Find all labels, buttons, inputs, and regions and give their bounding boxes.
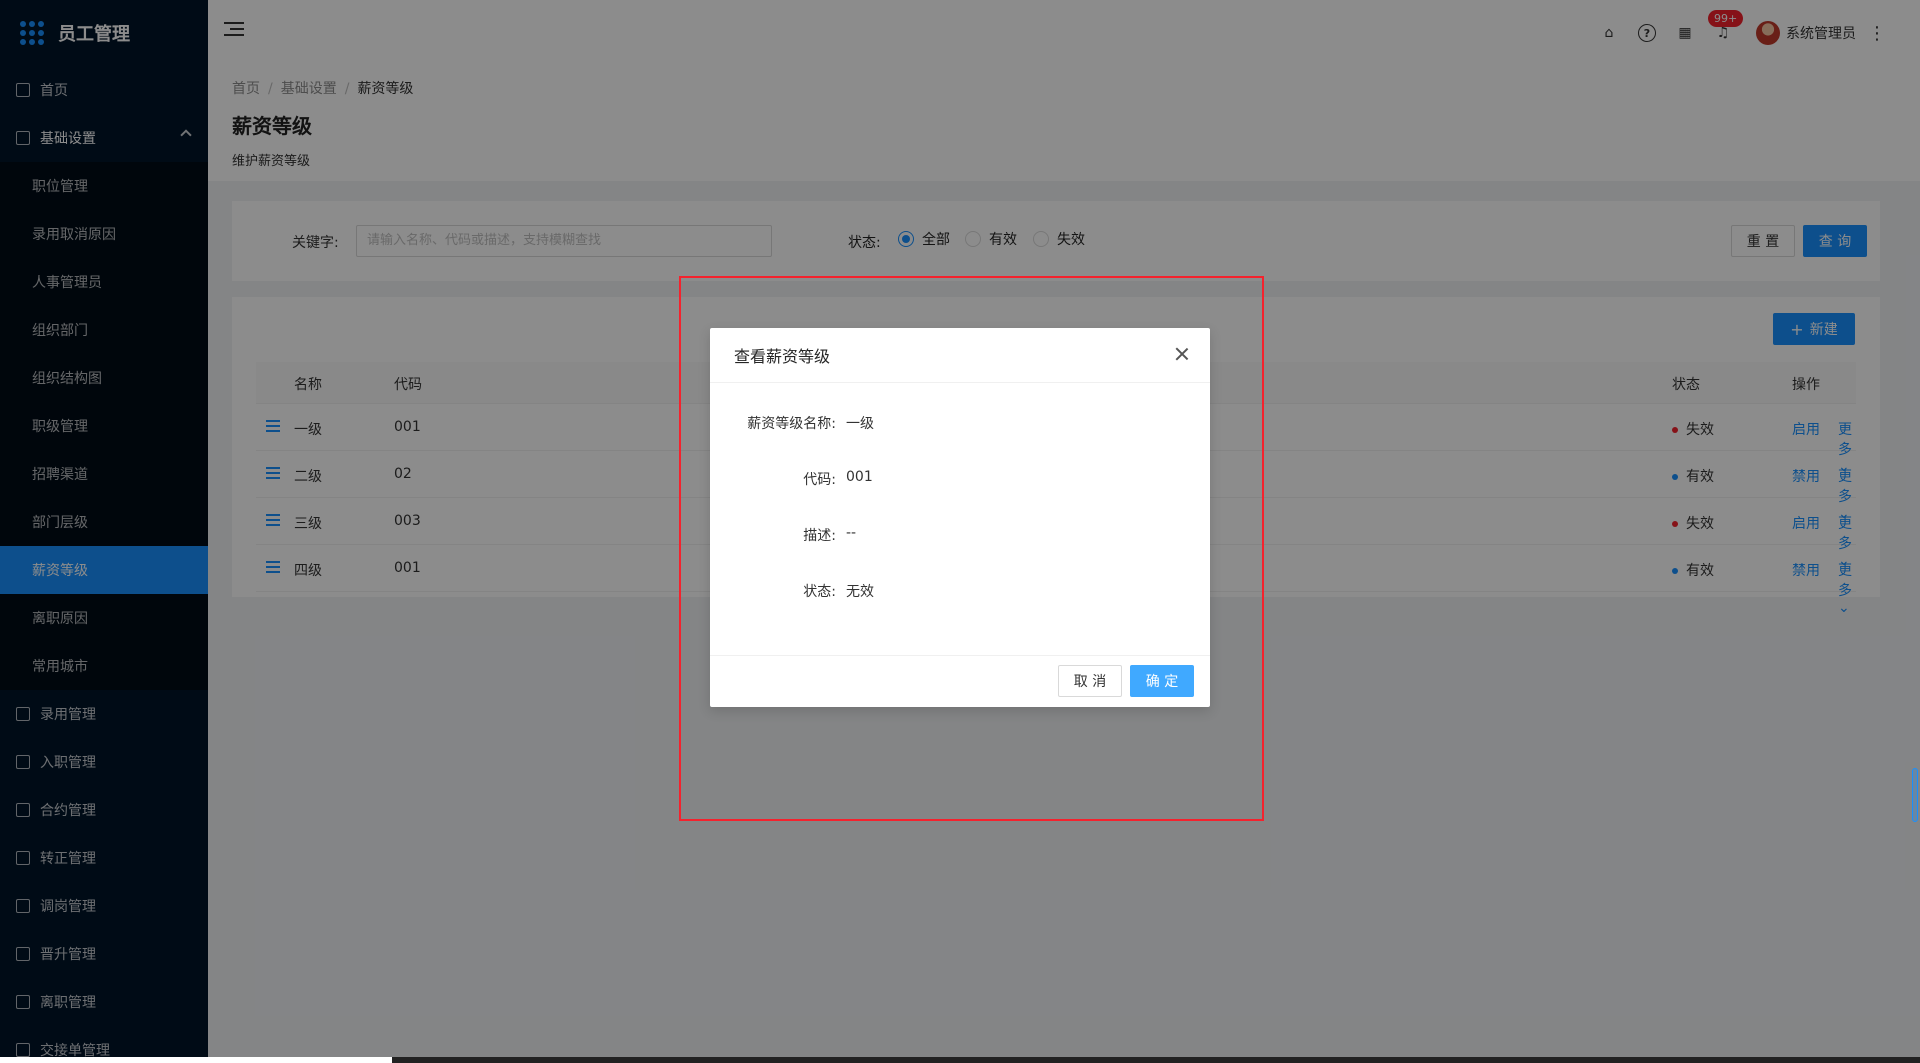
scroll-thumb[interactable] bbox=[1912, 768, 1918, 822]
bottom-bar bbox=[0, 1057, 1920, 1063]
highlight-box bbox=[679, 276, 1264, 821]
